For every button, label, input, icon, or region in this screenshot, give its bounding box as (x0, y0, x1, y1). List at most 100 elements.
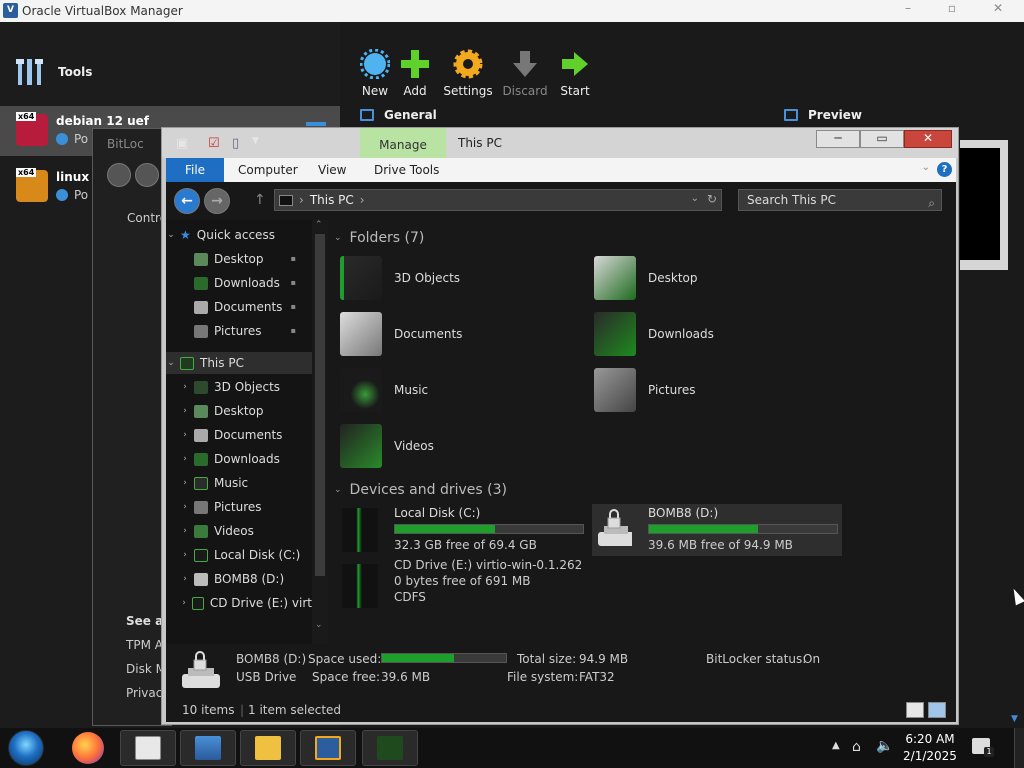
manage-contextual-tab[interactable]: Manage (360, 128, 446, 158)
preview-section-header[interactable]: Preview (784, 108, 862, 122)
action-center-icon[interactable]: 1 (972, 738, 994, 757)
close-button[interactable]: ✕ (978, 0, 1018, 18)
maximize-button[interactable]: ▭ (860, 130, 904, 148)
nav-pictures[interactable]: › Pictures (166, 496, 312, 518)
vm-preview (960, 140, 1008, 270)
explorer-titlebar: ▣ ☑ ▯ ▼ Manage This PC ─ ▭ ✕ (162, 128, 958, 158)
vbox-toolbar: New Add Settings Discard Start (352, 48, 598, 98)
nav-downloads[interactable]: › Downloads (166, 448, 312, 470)
chevron-down-icon[interactable]: ⌄ (334, 233, 342, 243)
nav-scrollbar[interactable]: ⌃ ⌄ (312, 220, 328, 644)
new-folder-icon[interactable]: ▯ (232, 136, 239, 151)
nav-3d-objects[interactable]: › 3D Objects (166, 376, 312, 398)
documents-folder-icon (340, 312, 382, 356)
nav-cd-drive-e[interactable]: › CD Drive (E:) virt (166, 592, 312, 614)
scrollbar-thumb[interactable] (315, 234, 325, 576)
folder-downloads[interactable]: Downloads (594, 308, 834, 360)
taskbar-app-explorer[interactable] (240, 730, 296, 766)
folder-music[interactable]: Music (340, 364, 580, 416)
up-arrow-icon[interactable]: ↑ (254, 192, 266, 208)
folder-documents[interactable]: Documents (340, 308, 580, 360)
drive-local-disk-c[interactable]: Local Disk (C:) 32.3 GB free of 69.4 GB (338, 504, 588, 556)
refresh-icon[interactable]: ↻ (707, 192, 717, 206)
show-desktop-button[interactable] (1014, 728, 1024, 768)
nav-bomb8-d[interactable]: › BOMB8 (D:) (166, 568, 312, 590)
forward-button[interactable]: → (204, 188, 230, 214)
tools-icon (16, 59, 43, 85)
tools-item[interactable]: Tools (16, 57, 92, 87)
folder-desktop[interactable]: Desktop (594, 252, 834, 304)
nav-quick-access[interactable]: ⌄ ★ Quick access (166, 224, 312, 246)
folder-3d-objects[interactable]: 3D Objects (340, 252, 580, 304)
folders-group-header[interactable]: ⌄ Folders (7) (334, 230, 424, 246)
tab-view[interactable]: View (318, 163, 346, 177)
discard-button[interactable]: Discard (498, 48, 552, 98)
nav-quick-pictures[interactable]: Pictures ▪ (166, 320, 312, 342)
tpm-link[interactable]: TPM A (126, 638, 163, 652)
drive-cd-e[interactable]: CD Drive (E:) virtio-win-0.1.262 0 bytes… (338, 556, 588, 616)
nav-quick-desktop[interactable]: Desktop ▪ (166, 248, 312, 270)
chevron-down-icon[interactable]: ⌄ (691, 193, 699, 204)
properties-icon[interactable]: ☑ (208, 136, 220, 151)
space-used-label: Space used: (308, 652, 382, 666)
maximize-button[interactable]: ▫ (932, 0, 972, 18)
privacy-link[interactable]: Privac (126, 686, 162, 700)
nav-this-pc[interactable]: ⌄ This PC (166, 352, 312, 374)
devices-group-header[interactable]: ⌄ Devices and drives (3) (334, 482, 507, 498)
settings-button[interactable]: Settings (438, 48, 498, 98)
general-section-header[interactable]: General (360, 108, 437, 122)
ribbon-expand-icon[interactable]: ⌄ (922, 162, 930, 173)
taskbar-app-vm[interactable] (362, 730, 418, 766)
taskbar-app-notepad[interactable] (120, 730, 176, 766)
details-pane: BOMB8 (D:) USB Drive Space used: Space f… (166, 644, 956, 700)
file-system-value: FAT32 (579, 670, 615, 684)
folder-videos[interactable]: Videos (340, 420, 580, 472)
nav-local-disk-c[interactable]: › Local Disk (C:) (166, 544, 312, 566)
taskbar-app-virtualbox[interactable] (300, 730, 356, 766)
back-button[interactable]: ← (174, 188, 200, 214)
chevron-down-icon[interactable]: ⌄ (166, 358, 176, 368)
forward-button[interactable] (135, 163, 159, 187)
drive-bomb8-d[interactable]: BOMB8 (D:) 39.6 MB free of 94.9 MB (592, 504, 842, 556)
tray-overflow-icon[interactable]: ▲ (832, 740, 840, 751)
close-button[interactable]: ✕ (904, 130, 952, 148)
large-icons-view-button[interactable] (928, 702, 946, 718)
search-input[interactable]: Search This PC ⌕ (738, 189, 942, 211)
chevron-down-icon[interactable]: ⌄ (334, 485, 342, 495)
network-icon[interactable]: ⌂ (852, 739, 861, 755)
tab-file[interactable]: File (166, 158, 224, 182)
nav-desktop[interactable]: › Desktop (166, 400, 312, 422)
chevron-down-icon[interactable]: ⌄ (166, 230, 176, 240)
taskbar-app-computer[interactable] (180, 730, 236, 766)
scroll-down-icon[interactable]: ▼ (1011, 714, 1018, 724)
desktop-folder-icon (194, 252, 208, 266)
address-bar[interactable]: › This PC › ⌄ ↻ (274, 189, 722, 211)
minimize-button[interactable]: – (888, 0, 928, 18)
folder-pictures[interactable]: Pictures (594, 364, 834, 416)
scroll-up-icon[interactable]: ⌃ (315, 220, 323, 230)
nav-videos[interactable]: › Videos (166, 520, 312, 542)
minimize-button[interactable]: ─ (816, 130, 860, 148)
start-button[interactable] (8, 730, 44, 766)
tab-computer[interactable]: Computer (238, 163, 298, 177)
space-free-value: 39.6 MB (381, 670, 431, 684)
disk-management-link[interactable]: Disk M (126, 662, 166, 676)
help-icon[interactable]: ? (937, 162, 952, 177)
volume-icon[interactable]: 🔈 (876, 738, 893, 754)
firefox-icon[interactable] (72, 732, 104, 764)
add-button[interactable]: Add (392, 48, 438, 98)
back-button[interactable] (107, 163, 131, 187)
start-button[interactable]: Start (552, 48, 598, 98)
nav-music[interactable]: › Music (166, 472, 312, 494)
nav-documents[interactable]: › Documents (166, 424, 312, 446)
details-view-button[interactable] (906, 702, 924, 718)
scroll-down-icon[interactable]: ⌄ (315, 620, 323, 630)
qat-dropdown-icon[interactable]: ▼ (252, 136, 259, 146)
clock[interactable]: 6:20 AM 2/1/2025 (900, 731, 960, 765)
this-pc-icon: ▣ (176, 136, 189, 151)
nav-quick-downloads[interactable]: Downloads ▪ (166, 272, 312, 294)
nav-quick-documents[interactable]: Documents ▪ (166, 296, 312, 318)
vm-menu-handle[interactable] (306, 122, 326, 126)
tab-drive-tools[interactable]: Drive Tools (374, 163, 439, 177)
breadcrumb-this-pc[interactable]: This PC (310, 193, 354, 207)
